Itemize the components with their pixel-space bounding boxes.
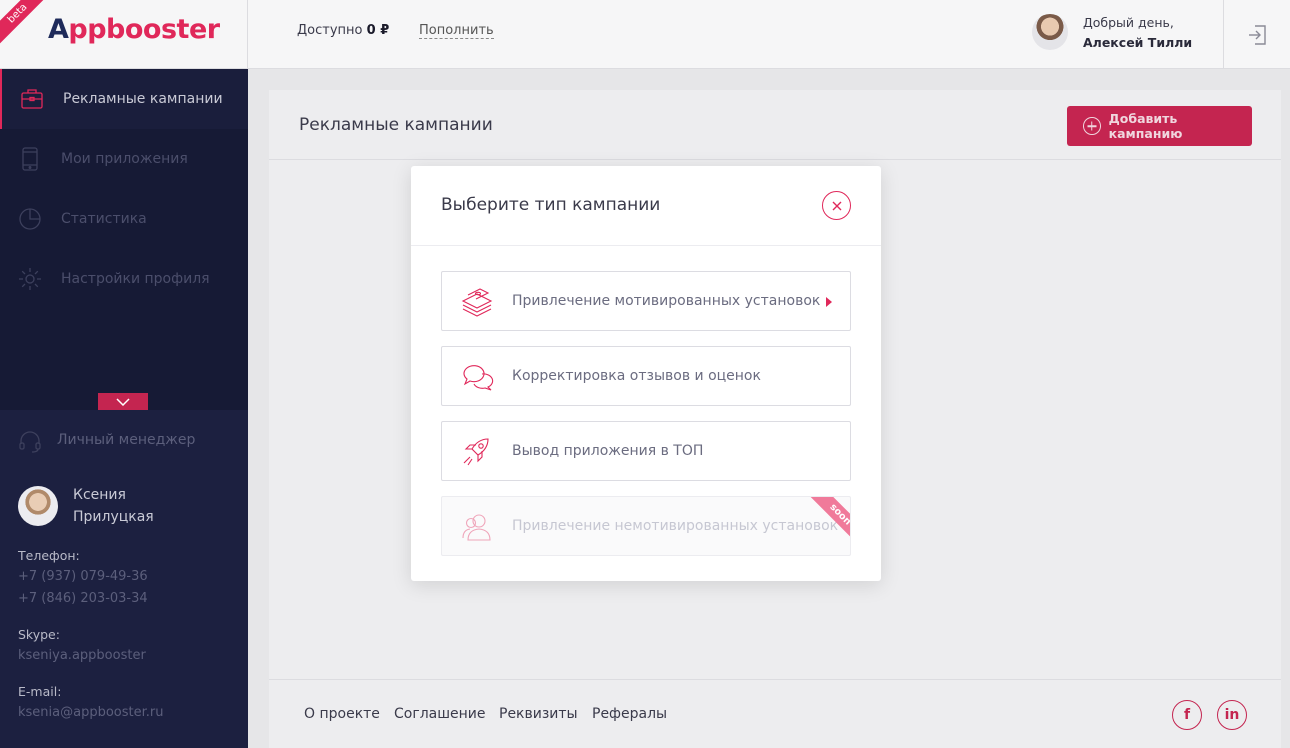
option-motivated-installs[interactable]: Привлечение мотивированных установок bbox=[441, 271, 851, 331]
modal-header: Выберите тип кампании bbox=[411, 166, 881, 246]
rocket-icon bbox=[463, 438, 489, 466]
option-app-top[interactable]: Вывод приложения в ТОП bbox=[441, 421, 851, 481]
campaign-type-modal: Выберите тип кампании Привлечение мотиви… bbox=[411, 166, 881, 581]
option-reviews-ratings[interactable]: Корректировка отзывов и оценок bbox=[441, 346, 851, 406]
close-modal-button[interactable] bbox=[822, 191, 851, 220]
option-unmotivated-installs: Привлечение немотивированных установок s… bbox=[441, 496, 851, 556]
users-icon bbox=[462, 514, 491, 541]
chat-bubbles-icon bbox=[463, 365, 494, 391]
arrow-right-icon bbox=[826, 297, 832, 307]
modal-title: Выберите тип кампании bbox=[441, 195, 661, 215]
money-stack-icon bbox=[461, 288, 493, 317]
close-icon bbox=[832, 201, 841, 210]
